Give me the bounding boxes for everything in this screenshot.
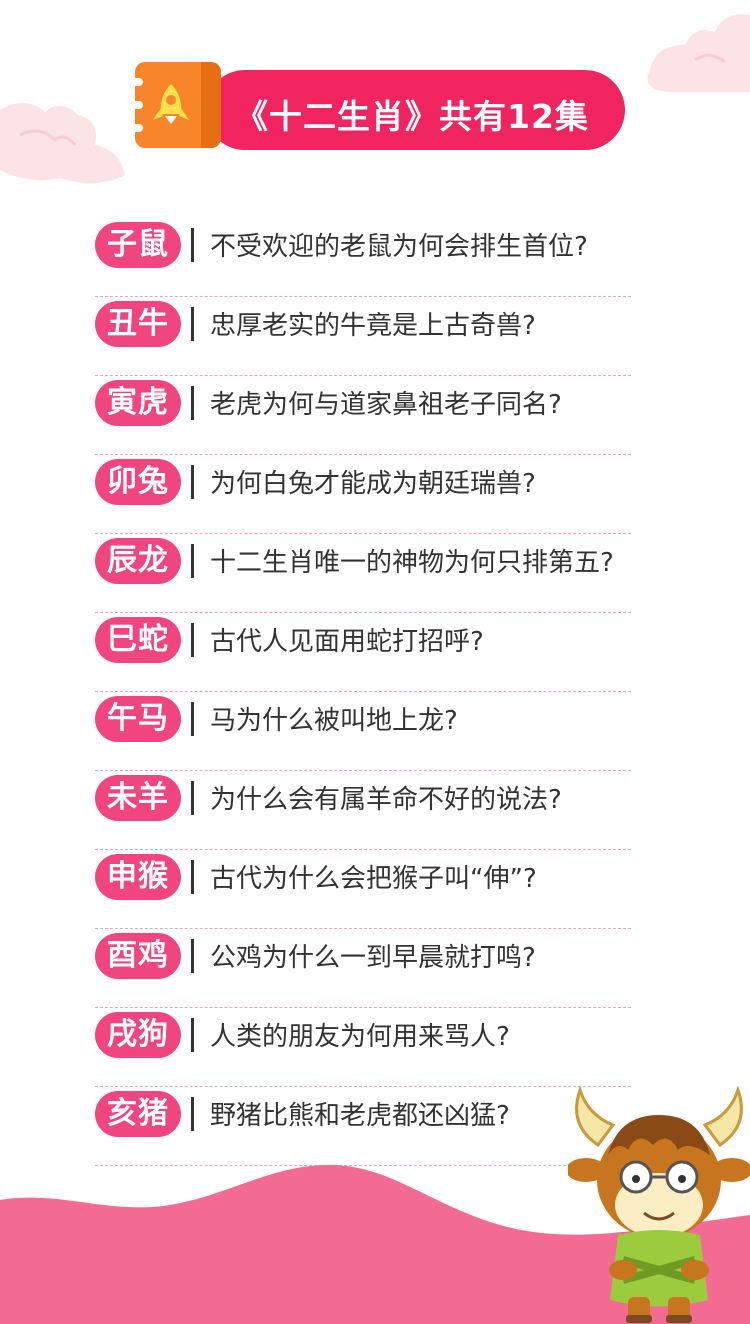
episode-row[interactable]: 酉鸡 公鸡为什么一到早晨就打鸣?	[95, 929, 631, 1008]
episode-list: 子鼠 不受欢迎的老鼠为何会排生首位? 丑牛 忠厚老实的牛竟是上古奇兽? 寅虎 老…	[95, 218, 631, 1166]
zodiac-badge: 寅虎	[95, 380, 181, 426]
episode-row[interactable]: 戌狗 人类的朋友为何用来骂人?	[95, 1008, 631, 1087]
episode-row[interactable]: 子鼠 不受欢迎的老鼠为何会排生首位?	[95, 218, 631, 297]
separator-bar	[191, 781, 194, 815]
ox-mascot-illustration	[568, 1085, 750, 1323]
episode-question: 古代人见面用蛇打招呼?	[210, 627, 484, 657]
rocket-icon	[153, 84, 189, 124]
separator-bar	[191, 544, 194, 578]
episode-question: 公鸡为什么一到早晨就打鸣?	[210, 943, 536, 973]
zodiac-badge: 丑牛	[95, 301, 181, 347]
page-title: 《十二生肖》共有12集	[235, 97, 589, 136]
episode-question: 为什么会有属羊命不好的说法?	[210, 785, 562, 815]
episode-row[interactable]: 未羊 为什么会有属羊命不好的说法?	[95, 771, 631, 850]
separator-bar	[191, 307, 194, 341]
separator-bar	[191, 1097, 194, 1131]
episode-row[interactable]: 寅虎 老虎为何与道家鼻祖老子同名?	[95, 376, 631, 455]
episode-row[interactable]: 亥猪 野猪比熊和老虎都还凶猛?	[95, 1087, 631, 1166]
separator-bar	[191, 702, 194, 736]
zodiac-badge: 酉鸡	[95, 933, 181, 979]
separator-bar	[191, 623, 194, 657]
zodiac-badge: 申猴	[95, 854, 181, 900]
episode-row[interactable]: 卯兔 为何白兔才能成为朝廷瑞兽?	[95, 455, 631, 534]
episode-question: 老虎为何与道家鼻祖老子同名?	[210, 390, 562, 420]
episode-row[interactable]: 申猴 古代为什么会把猴子叫“伸”?	[95, 850, 631, 929]
cloud-right-decoration	[647, 14, 750, 92]
zodiac-badge: 巳蛇	[95, 617, 181, 663]
series-header: 《十二生肖》共有12集	[129, 62, 625, 150]
episode-question: 人类的朋友为何用来骂人?	[210, 1022, 510, 1052]
episode-question: 古代为什么会把猴子叫“伸”?	[210, 864, 537, 894]
episode-row[interactable]: 丑牛 忠厚老实的牛竟是上古奇兽?	[95, 297, 631, 376]
episode-question: 野猪比熊和老虎都还凶猛?	[210, 1101, 510, 1131]
zodiac-badge: 子鼠	[95, 222, 181, 268]
zodiac-badge: 亥猪	[95, 1091, 181, 1137]
zodiac-badge: 午马	[95, 696, 181, 742]
zodiac-badge: 辰龙	[95, 538, 181, 584]
episode-question: 不受欢迎的老鼠为何会排生首位?	[210, 232, 588, 262]
episode-question: 十二生肖唯一的神物为何只排第五?	[210, 548, 614, 578]
separator-bar	[191, 465, 194, 499]
separator-bar	[191, 1018, 194, 1052]
zodiac-badge: 未羊	[95, 775, 181, 821]
separator-bar	[191, 860, 194, 894]
separator-bar	[191, 386, 194, 420]
episode-row[interactable]: 巳蛇 古代人见面用蛇打招呼?	[95, 613, 631, 692]
zodiac-badge: 戌狗	[95, 1012, 181, 1058]
separator-bar	[191, 939, 194, 973]
book-icon	[129, 62, 221, 148]
zodiac-badge: 卯兔	[95, 459, 181, 505]
episode-question: 忠厚老实的牛竟是上古奇兽?	[210, 311, 536, 341]
separator-bar	[191, 228, 194, 262]
episode-question: 马为什么被叫地上龙?	[210, 706, 458, 736]
episode-row[interactable]: 午马 马为什么被叫地上龙?	[95, 692, 631, 771]
episode-row[interactable]: 辰龙 十二生肖唯一的神物为何只排第五?	[95, 534, 631, 613]
cloud-left-decoration	[0, 102, 125, 184]
episode-question: 为何白兔才能成为朝廷瑞兽?	[210, 469, 536, 499]
